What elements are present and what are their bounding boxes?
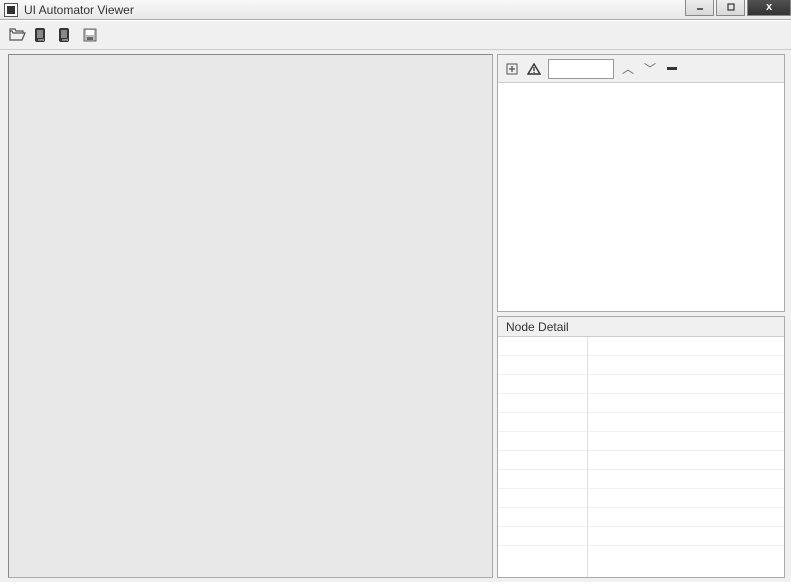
table-row	[498, 337, 587, 356]
folder-open-icon	[9, 27, 27, 43]
main-content: ︿ ﹀ Node Detail	[0, 50, 791, 582]
app-icon	[4, 3, 18, 17]
chevron-down-icon: ﹀	[644, 60, 656, 77]
table-row	[588, 375, 784, 394]
table-row	[498, 470, 587, 489]
table-row	[588, 508, 784, 527]
table-row	[588, 451, 784, 470]
device-screenshot-button[interactable]: xml	[32, 25, 52, 45]
device-compressed-icon: xml	[57, 26, 75, 44]
table-row	[588, 432, 784, 451]
table-row	[498, 394, 587, 413]
svg-text:xml: xml	[62, 37, 68, 42]
table-row	[588, 356, 784, 375]
table-row	[498, 375, 587, 394]
node-detail-panel: Node Detail	[497, 316, 785, 578]
minimize-button[interactable]	[685, 0, 714, 16]
hierarchy-tree-panel: ︿ ﹀	[497, 54, 785, 312]
table-row	[588, 394, 784, 413]
node-detail-header: Node Detail	[498, 317, 784, 337]
screenshot-panel[interactable]	[8, 54, 493, 578]
table-row	[588, 489, 784, 508]
save-icon	[82, 27, 98, 43]
expand-all-button[interactable]	[504, 61, 520, 77]
naf-filter-button[interactable]	[526, 61, 542, 77]
window-title: UI Automator Viewer	[24, 3, 134, 17]
table-row	[588, 527, 784, 546]
minus-icon	[667, 67, 677, 70]
table-row	[588, 470, 784, 489]
table-row	[588, 413, 784, 432]
detail-key-column	[498, 337, 588, 577]
device-icon: xml	[33, 26, 51, 44]
right-panels: ︿ ﹀ Node Detail	[497, 54, 785, 578]
search-next-button[interactable]: ﹀	[642, 61, 658, 77]
search-clear-button[interactable]	[664, 61, 680, 77]
tree-toolbar: ︿ ﹀	[498, 55, 784, 83]
open-file-button[interactable]	[8, 25, 28, 45]
svg-text:xml: xml	[38, 37, 44, 42]
table-row	[498, 432, 587, 451]
table-row	[498, 451, 587, 470]
expand-icon	[505, 62, 519, 76]
table-row	[498, 356, 587, 375]
chevron-up-icon: ︿	[622, 60, 634, 77]
window-controls: x	[685, 0, 791, 16]
save-button[interactable]	[80, 25, 100, 45]
warning-triangle-icon	[527, 62, 541, 76]
table-row	[498, 413, 587, 432]
tree-body[interactable]	[498, 83, 784, 311]
detail-value-column	[588, 337, 784, 577]
search-prev-button[interactable]: ︿	[620, 61, 636, 77]
titlebar: UI Automator Viewer x	[0, 0, 791, 20]
maximize-button[interactable]	[716, 0, 745, 16]
table-row	[588, 337, 784, 356]
search-input[interactable]	[548, 59, 614, 79]
close-button[interactable]: x	[747, 0, 791, 16]
table-row	[498, 508, 587, 527]
device-screenshot-compressed-button[interactable]: xml	[56, 25, 76, 45]
main-toolbar: xml xml	[0, 20, 791, 50]
node-detail-table	[498, 337, 784, 577]
table-row	[498, 527, 587, 546]
table-row	[498, 489, 587, 508]
